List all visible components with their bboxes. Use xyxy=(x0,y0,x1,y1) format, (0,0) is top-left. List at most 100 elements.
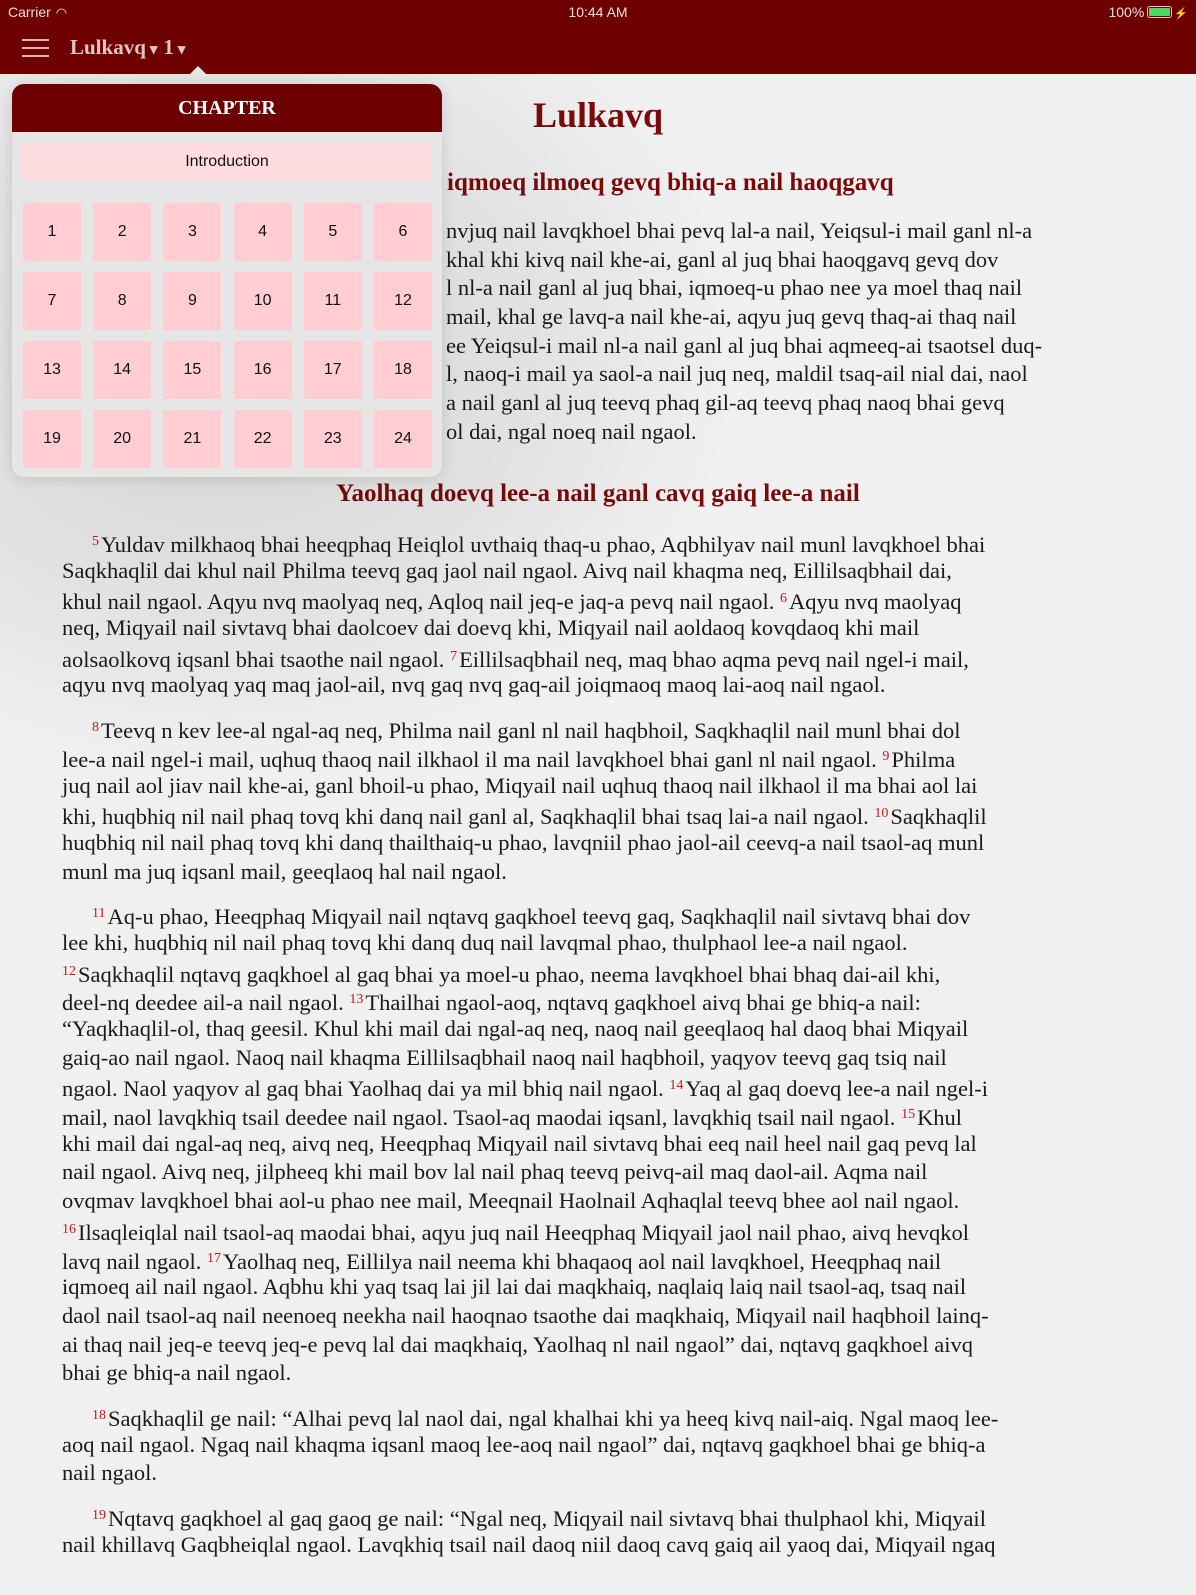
battery-icon xyxy=(1147,6,1173,18)
navigation-bar: Carrier ◠ 10:44 AM 100% ⚡ Lulkavq ▾ 1 ▾ xyxy=(0,0,1196,74)
verse-number: 7 xyxy=(450,648,458,664)
chapter-button-8[interactable]: 8 xyxy=(93,272,152,330)
text-line: khi mail dai ngal-aq neq, aivq neq, Heeq… xyxy=(62,1130,1196,1159)
text-line: 12Saqkhaqlil nqtavq gaqkhoel al gaq bhai… xyxy=(62,958,1196,987)
section-heading: iqmoeq ilmoeq gevq bhiq-a nail haoqgavq xyxy=(447,169,894,196)
menu-button[interactable] xyxy=(22,39,49,57)
verse-text: nail ngaol. Aivq neq, jilpheeq khi mail … xyxy=(62,1159,928,1185)
text-line: “Yaqkhaqlil-ol, thaq geesil. Khul khi ma… xyxy=(62,1015,1196,1044)
verse-number: 6 xyxy=(779,591,787,607)
text-line: khi, huqbhiq nil nail phaq tovq khi danq… xyxy=(62,800,1196,829)
verse-text: Aqyu nvq maolyaq xyxy=(788,589,962,615)
verse-text: lee-a nail ngel-i mail, uqhuq thaoq nail… xyxy=(62,746,883,772)
popover-title: CHAPTER xyxy=(12,84,442,132)
book-selector[interactable]: Lulkavq ▾ xyxy=(70,35,163,59)
text-line: ai thaq nail jeq-e teevq jeq-e pevq lal … xyxy=(62,1331,1196,1360)
text-line: 18Saqkhaqlil ge nail: “Alhai pevq lal na… xyxy=(62,1402,1196,1431)
chapter-button-24[interactable]: 24 xyxy=(374,410,432,468)
verse-text: ovqmav lavqkhoel bhai aol-u phao nee mai… xyxy=(62,1188,960,1214)
chapter-selector[interactable]: 1 ▾ xyxy=(163,35,191,59)
chapter-button-17[interactable]: 17 xyxy=(303,341,362,399)
text-line: juq nail aol jiav nail khe-ai, ganl bhoi… xyxy=(62,772,1196,801)
popover-arrow xyxy=(189,66,207,75)
text-line: 11Aq-u phao, Heeqphaq Miqyail nail nqtav… xyxy=(62,900,1196,929)
text-line: aolsaolkovq iqsanl bhai tsaothe nail nga… xyxy=(62,643,1196,672)
text-line: aqyu nvq maolyaq yaq maq jaol-ail, nvq g… xyxy=(62,671,1196,700)
verse-text: “Yaqkhaqlil-ol, thaq geesil. Khul khi ma… xyxy=(62,1016,969,1041)
chapter-button-15[interactable]: 15 xyxy=(163,341,222,399)
chapter-button-14[interactable]: 14 xyxy=(93,341,152,399)
verse-number: 5 xyxy=(92,534,99,549)
verse-number: 11 xyxy=(92,906,106,922)
text-line: deel-nq deedee ail-a nail ngaol. 13Thail… xyxy=(62,986,1196,1015)
paragraph: 19Nqtavq gaqkhoel al gaq gaoq ge nail: “… xyxy=(0,1502,1196,1559)
verse-text: Philma xyxy=(891,746,956,772)
chapter-button-5[interactable]: 5 xyxy=(303,203,362,261)
paragraph: 5Yuldav milkhaoq bhai heeqphaq Heiqlol u… xyxy=(0,528,1196,700)
text-line: neq, Miqyail nail sivtavq bhai daolcoev … xyxy=(62,614,1196,643)
verse-text: huqbhiq nil nail phaq tovq khi danq thai… xyxy=(62,829,985,855)
chapter-popover: CHAPTER Introduction 1 2 3 4 5 6 7 8 9 10 11 12 13 14… xyxy=(12,84,442,477)
chapter-button-18[interactable]: 18 xyxy=(374,341,432,399)
chapter-button-16[interactable]: 16 xyxy=(233,341,292,399)
verse-number: 8 xyxy=(92,720,99,736)
verse-text: Ilsaqleiqlal nail tsaol-aq maodai bhai, … xyxy=(78,1219,970,1245)
verse-number: 12 xyxy=(62,963,76,979)
verse-text: neq, Miqyail nail sivtavq bhai daolcoev … xyxy=(62,615,920,641)
text-line: ee Yeiqsul-i mail nl-a nail ganl al juq … xyxy=(446,332,1043,358)
verse-text: khi mail dai ngal-aq neq, aivq neq, Heeq… xyxy=(62,1130,977,1156)
chapter-button-3[interactable]: 3 xyxy=(163,203,222,261)
nav-title: Lulkavq ▾ 1 ▾ xyxy=(70,35,191,60)
verse-number: 19 xyxy=(92,1508,106,1523)
verse-text: nail ngaol. xyxy=(62,1460,157,1486)
chapter-button-1[interactable]: 1 xyxy=(23,203,81,261)
text-line: ol dai, ngal noeq nail ngaol. xyxy=(446,418,697,444)
text-line: lee khi, huqbhiq nil nail phaq tovq khi … xyxy=(62,929,1196,958)
verse-text: ai thaq nail jeq-e teevq jeq-e pevq lal … xyxy=(62,1331,973,1357)
chapter-button-13[interactable]: 13 xyxy=(23,341,81,399)
paragraph: 11Aq-u phao, Heeqphaq Miqyail nail nqtav… xyxy=(0,900,1196,1388)
verse-number: 17 xyxy=(206,1250,221,1266)
verse-text: Eillilsaqbhail neq, maq bhao aqma pevq n… xyxy=(459,646,969,672)
chapter-button-19[interactable]: 19 xyxy=(23,410,81,468)
chevron-down-icon: ▾ xyxy=(149,42,158,58)
chapter-button-7[interactable]: 7 xyxy=(23,272,81,330)
chapter-button-12[interactable]: 12 xyxy=(374,272,432,330)
verse-number: 15 xyxy=(901,1107,916,1123)
chapter-button-6[interactable]: 6 xyxy=(374,203,432,261)
introduction-button[interactable]: Introduction xyxy=(22,143,432,180)
chapter-button-11[interactable]: 11 xyxy=(303,272,362,330)
chapter-button-22[interactable]: 22 xyxy=(233,410,292,468)
chapter-button-2[interactable]: 2 xyxy=(93,203,152,261)
text-line: a nail ganl al juq teevq phaq gil-aq tee… xyxy=(446,390,1005,416)
verse-text: Saqkhaqlil nqtavq gaqkhoel al gaq bhai y… xyxy=(78,961,941,987)
text-line: munl ma juq iqsanl mail, geeqlaoq hal na… xyxy=(62,858,1196,887)
text-line: mail, khal ge lavq-a nail khe-ai, aqyu j… xyxy=(446,304,1017,330)
verse-text: Thailhai ngaol-aoq, nqtavq gaqkhoel aivq… xyxy=(365,990,921,1016)
verse-text: khul nail ngaol. Aqyu nvq maolyaq neq, A… xyxy=(62,589,780,615)
chapter-button-4[interactable]: 4 xyxy=(233,203,292,261)
verse-text: iqmoeq ail nail ngaol. Aqbhu khi yaq tsa… xyxy=(62,1274,967,1300)
text-line: aoq nail ngaol. Ngaq nail khaqma iqsanl … xyxy=(62,1431,1196,1460)
verse-number: 16 xyxy=(62,1221,76,1237)
verse-text: munl ma juq iqsanl mail, geeqlaoq hal na… xyxy=(62,858,507,884)
text-line: mail, naol lavqkhiq tsail deedee nail ng… xyxy=(62,1101,1196,1130)
text-line: iqmoeq ail nail ngaol. Aqbhu khi yaq tsa… xyxy=(62,1273,1196,1302)
text-line: 19Nqtavq gaqkhoel al gaq gaoq ge nail: “… xyxy=(62,1502,1196,1531)
text-line: khul nail ngaol. Aqyu nvq maolyaq neq, A… xyxy=(62,585,1196,614)
verse-text: lee khi, huqbhiq nil nail phaq tovq khi … xyxy=(62,929,908,955)
chapter-button-21[interactable]: 21 xyxy=(163,410,222,468)
text-line: 16Ilsaqleiqlal nail tsaol-aq maodai bhai… xyxy=(62,1216,1196,1245)
chapter-button-20[interactable]: 20 xyxy=(93,410,152,468)
chapter-button-23[interactable]: 23 xyxy=(303,410,362,468)
section-heading: Yaolhaq doevq lee-a nail ganl cavq gaiq … xyxy=(336,480,860,507)
chapter-button-9[interactable]: 9 xyxy=(163,272,222,330)
verse-text: Teevq n kev lee-al ngal-aq neq, Philma n… xyxy=(101,718,961,744)
chevron-down-icon: ▾ xyxy=(177,42,186,58)
verse-text: Saqkhaqlil xyxy=(890,804,987,830)
status-carrier: Carrier ◠ xyxy=(8,4,67,21)
chapter-button-10[interactable]: 10 xyxy=(233,272,292,330)
verse-text: khi, huqbhiq nil nail phaq tovq khi danq… xyxy=(62,804,875,830)
verse-text: mail, naol lavqkhiq tsail deedee nail ng… xyxy=(62,1105,902,1131)
text-line: nail ngaol. xyxy=(62,1459,1196,1488)
